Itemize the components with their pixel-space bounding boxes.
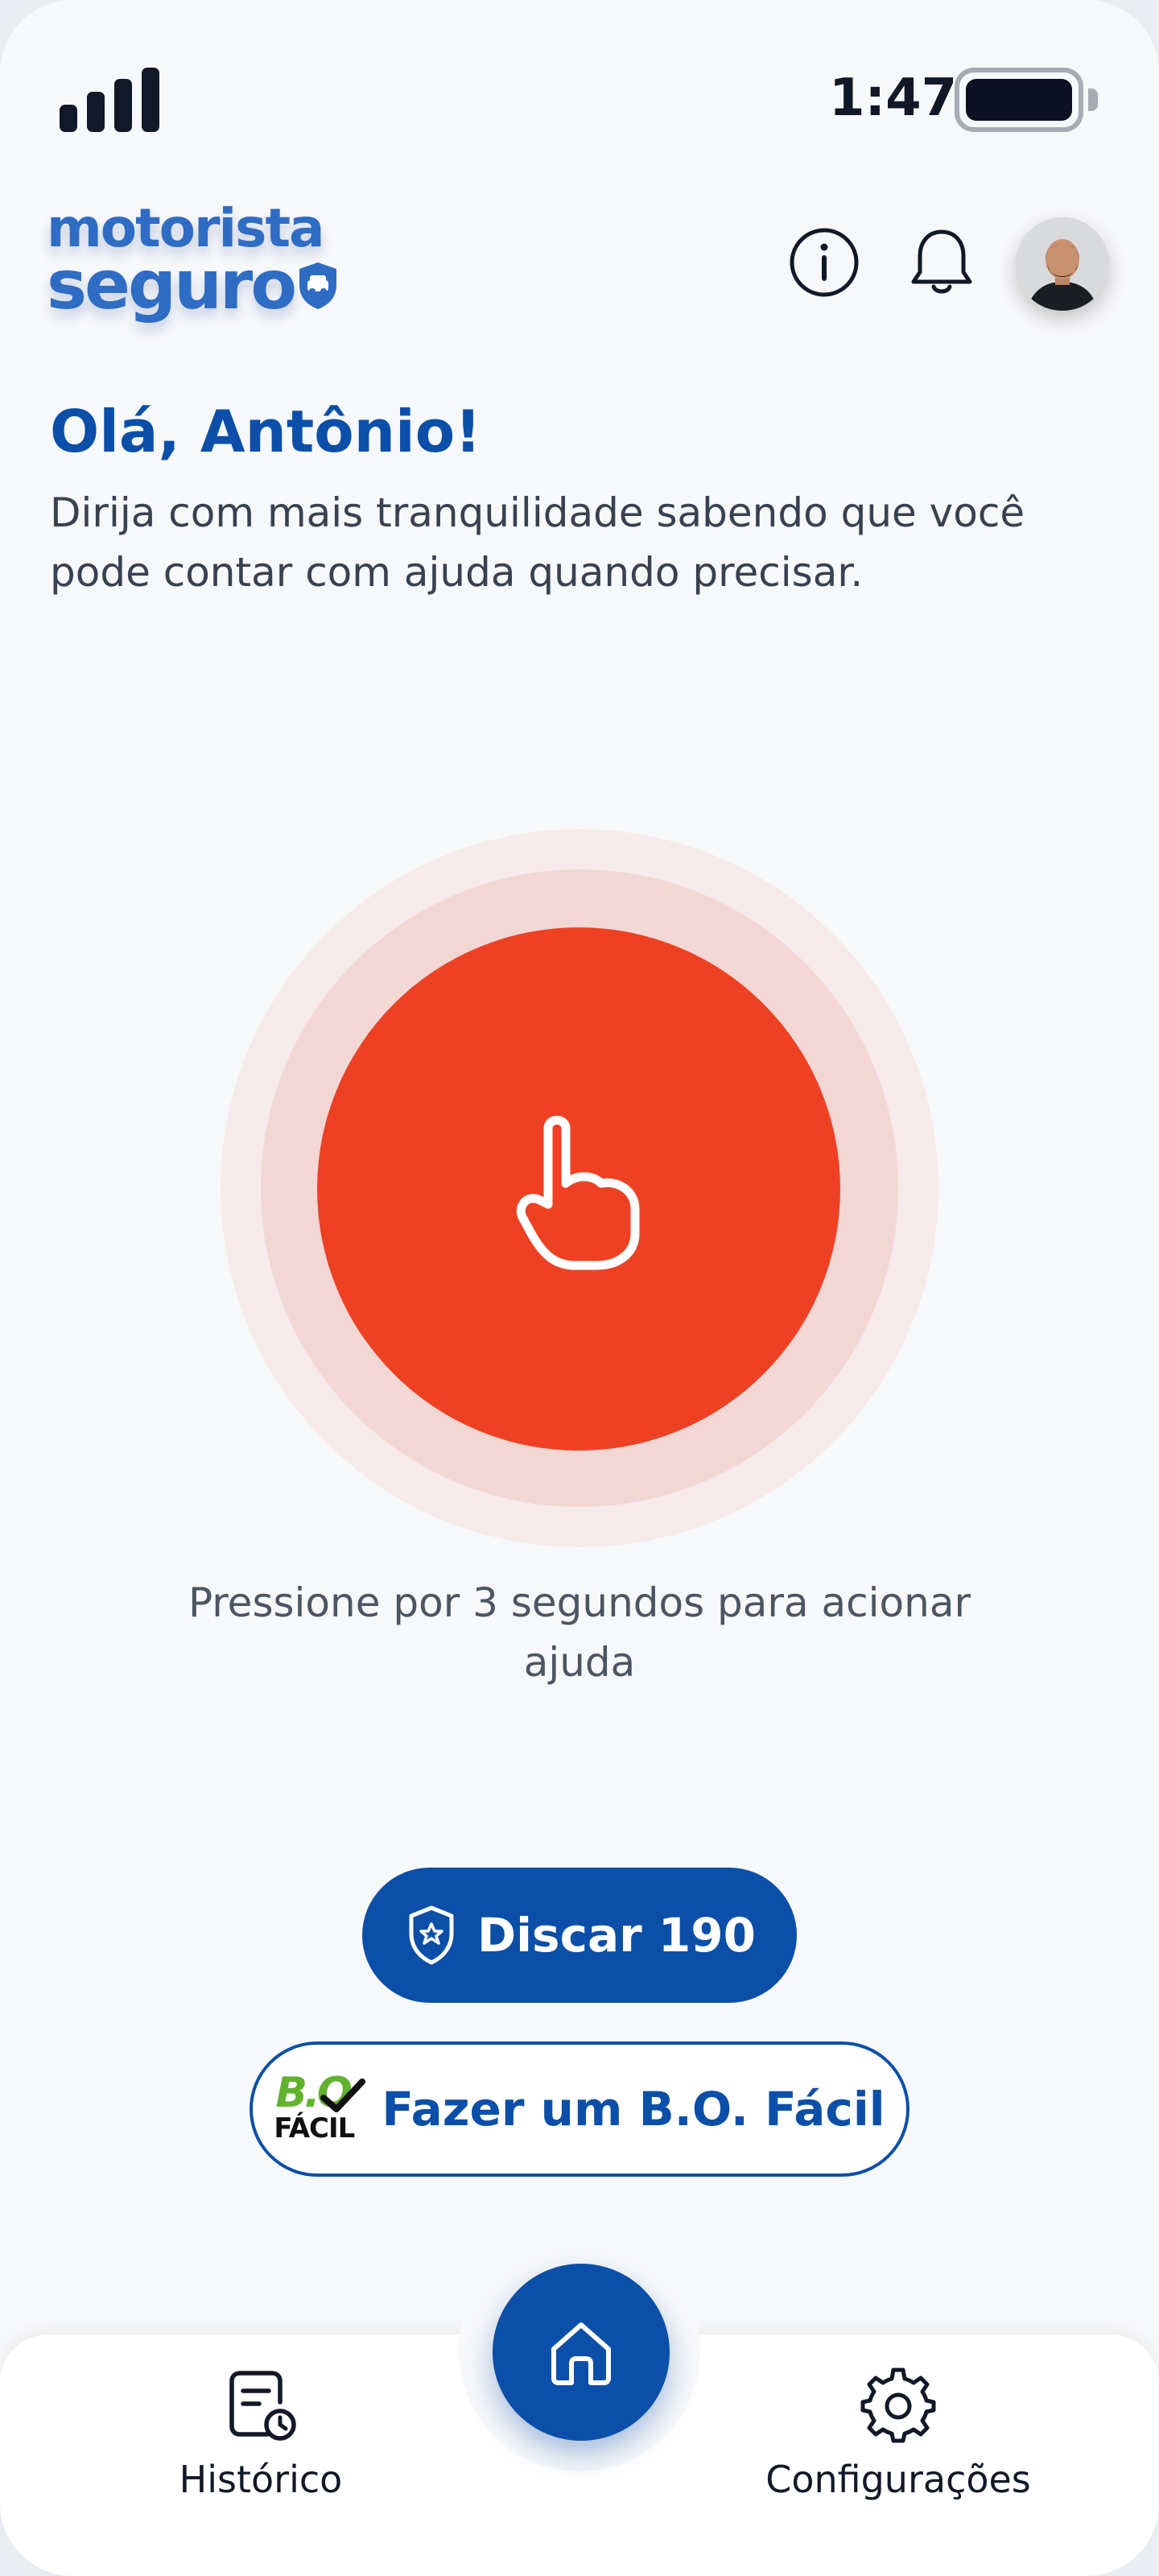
panic-hint: Pressione por 3 segundos para acionar aj… bbox=[188, 1579, 971, 1686]
home-button[interactable] bbox=[493, 2264, 670, 2441]
info-icon bbox=[790, 228, 859, 297]
checkmark-icon bbox=[320, 2079, 366, 2112]
app-logo: motorista seguro bbox=[47, 196, 353, 333]
gear-icon bbox=[860, 2368, 936, 2443]
nav-item-configuracoes[interactable]: Configurações bbox=[729, 2367, 1067, 2528]
dial-190-label: Discar 190 bbox=[477, 1908, 756, 1963]
nav-label-configuracoes: Configurações bbox=[765, 2458, 1031, 2501]
nav-label-historico: Histórico bbox=[179, 2458, 343, 2501]
avatar[interactable] bbox=[1016, 217, 1109, 311]
battery-icon bbox=[955, 68, 1083, 132]
shield-car-icon bbox=[299, 262, 336, 309]
logo-text-line2: seguro bbox=[47, 246, 297, 324]
bo-facil-logo: B.O FÁCIL bbox=[274, 2070, 366, 2145]
bell-icon bbox=[911, 229, 972, 294]
status-time: 1:47 bbox=[829, 68, 958, 128]
signal-icon bbox=[60, 64, 164, 132]
pointing-hand-icon bbox=[516, 1116, 640, 1270]
bo-facil-label: Fazer um B.O. Fácil bbox=[382, 2082, 885, 2136]
home-icon bbox=[551, 2322, 611, 2385]
battery-cap bbox=[1088, 89, 1098, 111]
nav-item-historico[interactable]: Histórico bbox=[92, 2367, 430, 2528]
panic-button[interactable] bbox=[317, 927, 840, 1451]
greeting-subtitle: Dirija com mais tranquilidade sabendo qu… bbox=[50, 489, 1025, 596]
app-screen: 1:47 motorista seguro Olá, Antônio! Diri… bbox=[0, 0, 1159, 2576]
notifications-button[interactable] bbox=[901, 222, 982, 303]
history-document-icon bbox=[229, 2371, 296, 2441]
dial-190-button[interactable]: Discar 190 bbox=[362, 1868, 797, 2003]
bo-logo-bottom: FÁCIL bbox=[274, 2112, 355, 2145]
greeting-title: Olá, Antônio! bbox=[50, 398, 481, 465]
user-avatar-image bbox=[1016, 217, 1109, 311]
bo-facil-button[interactable]: B.O FÁCIL Fazer um B.O. Fácil bbox=[250, 2041, 909, 2177]
battery-level bbox=[966, 79, 1072, 121]
police-badge-icon bbox=[409, 1905, 454, 1965]
status-bar: 1:47 bbox=[0, 0, 1159, 193]
info-button[interactable] bbox=[784, 222, 864, 303]
